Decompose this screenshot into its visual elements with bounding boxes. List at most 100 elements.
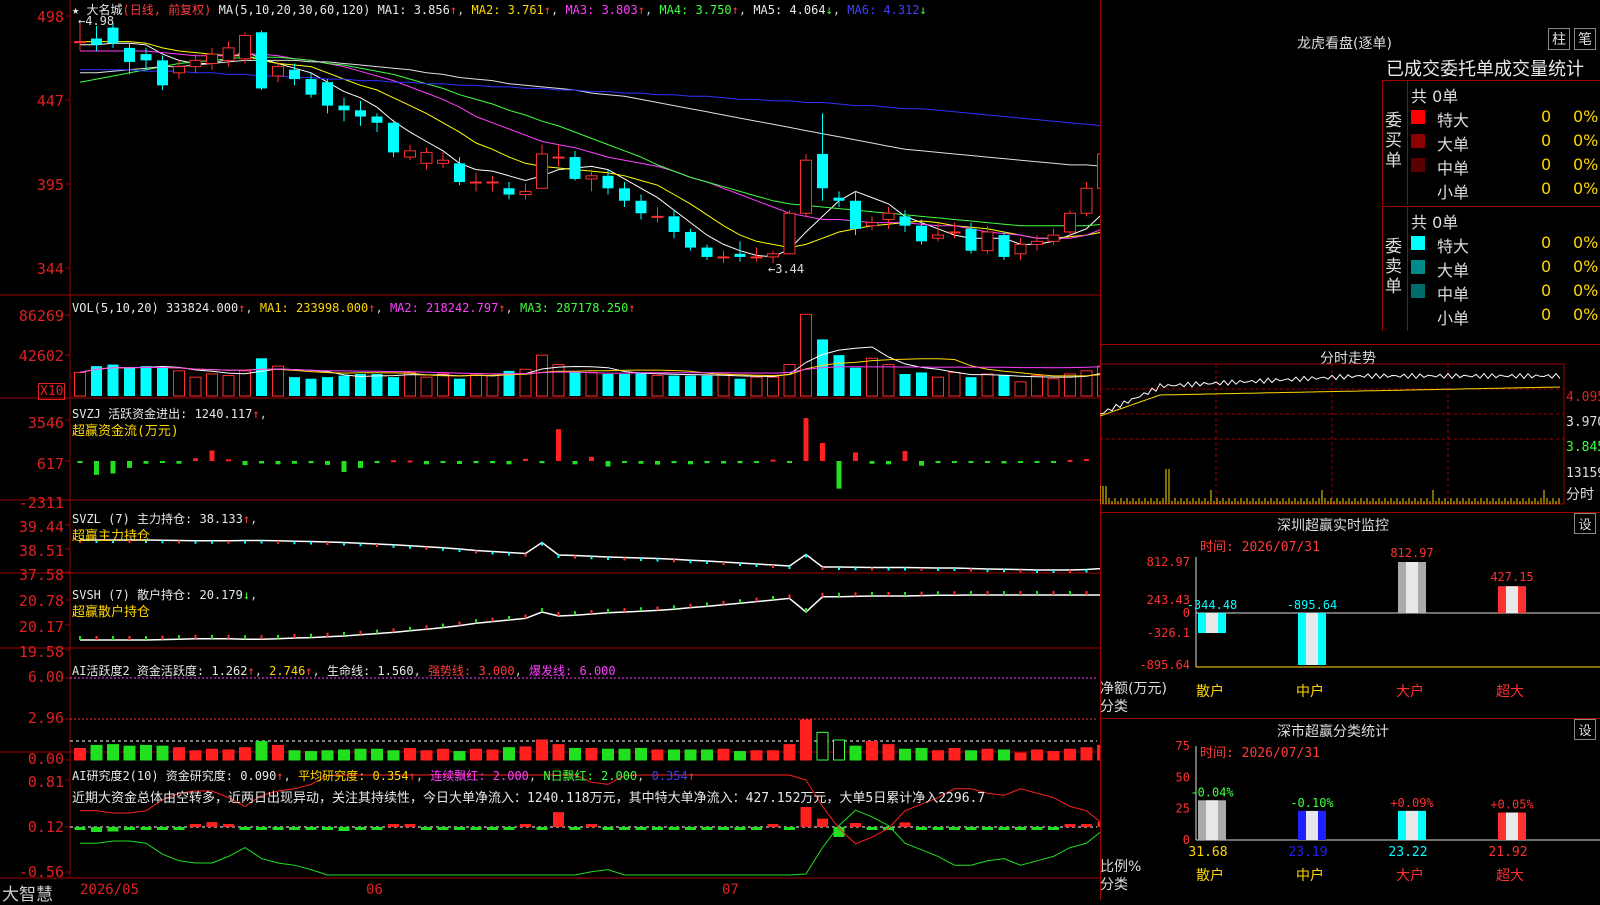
candle-body	[668, 216, 680, 232]
sz-stats-ylabel: 比例%	[1100, 859, 1142, 875]
activity-bar	[717, 748, 730, 761]
main-holding-tick	[1052, 570, 1055, 573]
activity-bar	[90, 744, 103, 761]
stats-y-tick: 75	[1176, 739, 1190, 753]
retail-holding-tick	[425, 625, 428, 630]
fund-flow-bar	[919, 461, 924, 466]
tick-mode-button[interactable]: 笔	[1574, 28, 1596, 50]
research-bar	[239, 827, 251, 830]
color-swatch	[1411, 308, 1425, 322]
fund-flow-bar	[836, 461, 842, 489]
fund-flow-bar	[589, 456, 594, 461]
stats-category-label: 中户	[1296, 867, 1324, 884]
intraday-price-line	[1100, 372, 1561, 415]
retail-holding-tick	[953, 591, 956, 596]
row-pct: 0%	[1573, 305, 1599, 324]
candle-body	[239, 34, 251, 60]
row-label: 小单	[1437, 183, 1470, 202]
sell-total: 共 0单	[1411, 213, 1459, 232]
fund-flow-bar	[688, 461, 693, 465]
dragon-tiger-panel: 龙虎看盘(逐单) 柱 笔 已成交委托单成交量统计 委买单 共 0单 特大 0 0% 大…	[1100, 0, 1600, 345]
candle-body	[602, 175, 614, 189]
candle-body	[1080, 187, 1093, 214]
main-holding-tick	[722, 562, 725, 565]
stats-change-label: +0.05%	[1490, 798, 1534, 812]
retail-holding-tick	[508, 616, 510, 620]
research-bar	[734, 827, 746, 830]
activity-bar	[222, 749, 235, 761]
research-bar	[371, 827, 383, 830]
retail-holding-tick	[359, 630, 362, 635]
fund-flow-bar	[341, 461, 347, 473]
retail-holding-tick	[475, 619, 477, 624]
fund-flow-bar	[556, 429, 561, 461]
research-bar	[173, 827, 185, 830]
fund-flow-bar	[1067, 459, 1073, 462]
fund-flow-bar	[737, 461, 743, 464]
research-bar	[536, 827, 548, 830]
candle-body	[74, 41, 86, 44]
retail-holding-tick	[937, 591, 939, 596]
activity-bar	[734, 751, 746, 761]
fund-flow-bar	[424, 461, 429, 465]
candle-body	[222, 47, 235, 61]
volume-bar	[222, 375, 235, 397]
research-bar	[569, 827, 581, 830]
svzl-subtitle: 超赢主力持仓	[72, 529, 151, 544]
intraday-y-tick: 4.095	[1566, 390, 1600, 405]
research-bar	[305, 827, 317, 830]
research-bar	[899, 822, 911, 827]
vol-header: VOL(5,10,20) 333824.000↑, MA1: 233998.00…	[72, 301, 636, 315]
activity-bar	[321, 750, 334, 761]
volume-bar	[157, 367, 168, 396]
research-bar	[1015, 827, 1026, 830]
monitor-category-label: 大户	[1396, 683, 1424, 700]
fund-flow-bar	[803, 418, 809, 461]
monitor-y-tick: -326.1	[1147, 626, 1190, 640]
volume-bar	[701, 375, 713, 396]
fund-flow-bar	[440, 461, 446, 463]
fund-flow-bar	[143, 461, 149, 464]
retail-holding-tick	[128, 636, 131, 640]
research-bar	[751, 827, 762, 830]
retail-holding-tick	[871, 592, 873, 596]
retail-holding-tick	[310, 633, 312, 638]
main-holding-tick	[442, 547, 444, 551]
candle-body	[519, 190, 532, 196]
research-bar	[817, 818, 828, 827]
fund-flow-bar	[292, 461, 297, 464]
row-label: 特大	[1437, 111, 1470, 130]
candle-body	[635, 200, 647, 214]
bar-mode-button[interactable]: 柱	[1548, 28, 1570, 50]
activity-bar	[107, 744, 119, 761]
retail-holding-tick	[904, 592, 906, 596]
intraday-panel[interactable]: 分时走势 4.095 3.970 3.845 13159 分时	[1100, 344, 1600, 513]
row-pct: 0%	[1573, 131, 1599, 150]
main-holding-tick	[541, 542, 543, 546]
research-bar	[107, 827, 119, 832]
volume-bar	[965, 377, 977, 396]
fund-flow-bar	[110, 461, 116, 474]
svzj-y-tick: 3546	[27, 414, 64, 432]
main-holding-tick	[326, 542, 329, 545]
candle-body	[272, 66, 284, 77]
volume-bar	[74, 371, 86, 397]
candle-body	[701, 247, 713, 257]
intraday-y-tick: 3.845	[1566, 440, 1600, 455]
chart-area[interactable]: ★ 大名城(日线, 前复权) MA(5,10,20,30,60,120) MA1…	[0, 0, 1101, 905]
research-bar	[355, 827, 366, 830]
row-pct: 0%	[1573, 107, 1599, 126]
row-label: 大单	[1437, 135, 1470, 154]
volume-bar	[420, 376, 433, 397]
row-count: 0	[1541, 305, 1552, 324]
fund-flow-bar	[1001, 461, 1007, 464]
activity-bar	[981, 748, 994, 761]
ma-line-ma4	[79, 56, 1100, 227]
main-holding-tick	[904, 567, 906, 571]
volume-bar	[783, 364, 796, 397]
ai2-y-tick: 0.12	[27, 818, 64, 836]
research-bar	[1064, 824, 1076, 827]
main-holding-tick	[640, 558, 642, 561]
research-bar	[74, 827, 86, 830]
y-tick: 447	[36, 92, 64, 110]
